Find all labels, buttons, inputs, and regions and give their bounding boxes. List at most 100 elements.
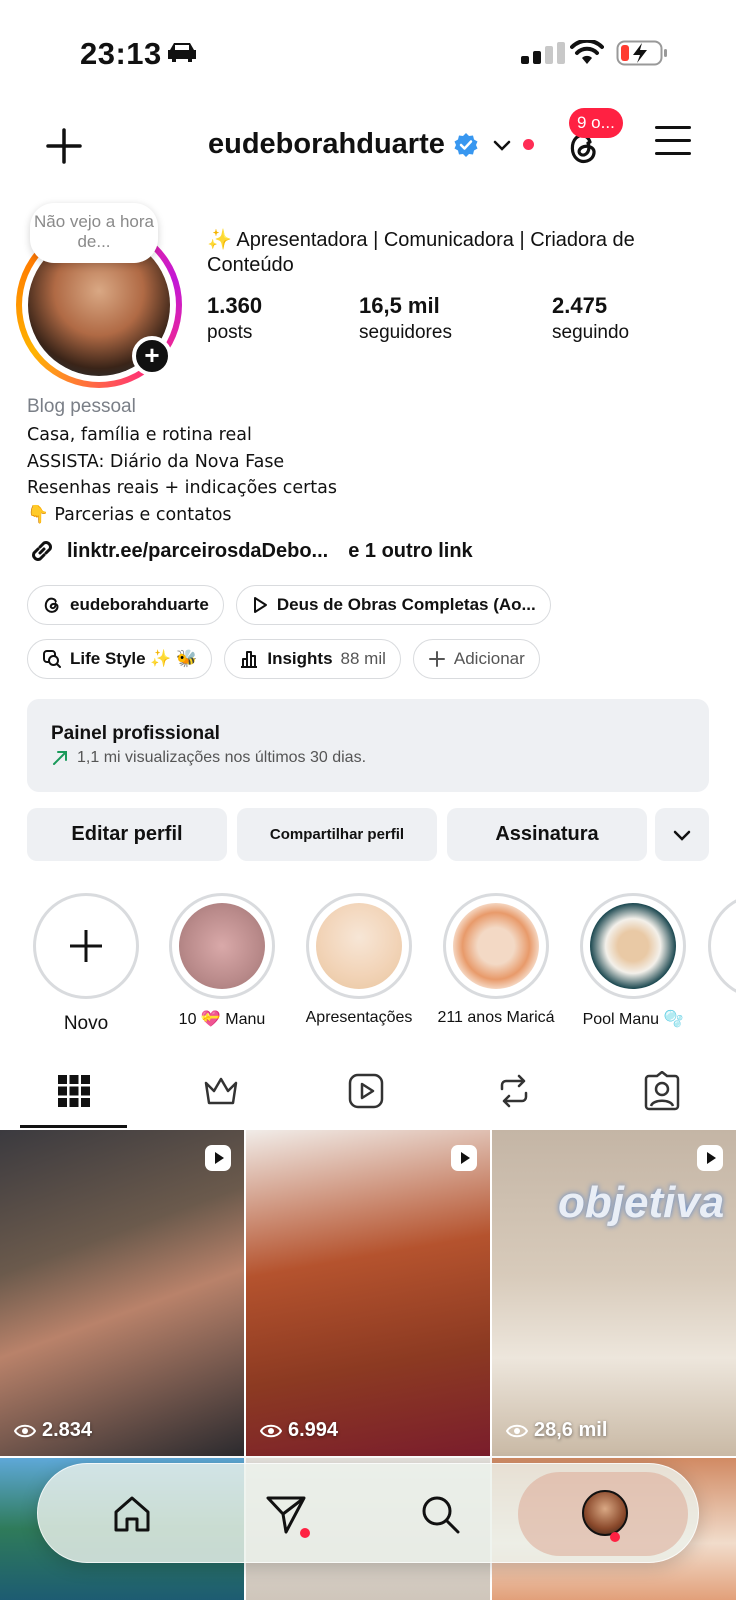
bio-line: Resenhas reais + indicações certas bbox=[27, 478, 338, 498]
threads-notification-badge[interactable]: 9 o... bbox=[569, 108, 623, 138]
story-highlights: Novo 10 💝 Manu Apresentações 211 anos Ma… bbox=[0, 893, 736, 1035]
highlight-cover bbox=[179, 903, 265, 989]
profile-tabs bbox=[0, 1053, 736, 1131]
note-bubble[interactable]: Não vejo a hora de... bbox=[30, 203, 158, 263]
post-views-count: 6.994 bbox=[288, 1419, 339, 1441]
subscription-button[interactable]: Assinatura bbox=[447, 808, 647, 861]
profile-stats: 1.360 posts 16,5 mil seguidores 2.475 se… bbox=[207, 293, 727, 353]
bio-line: 👇 Parcerias e contatos bbox=[27, 504, 232, 525]
profile-header: eudeborahduarte 9 o... bbox=[0, 100, 736, 190]
suggested-people-button[interactable] bbox=[655, 808, 709, 861]
chip-add[interactable]: Adicionar bbox=[412, 639, 540, 679]
post-views-count: 2.834 bbox=[42, 1419, 93, 1441]
grid-post[interactable]: 6.994 bbox=[246, 1130, 490, 1456]
tab-reels[interactable] bbox=[346, 1071, 386, 1111]
link-more-text: e 1 outro link bbox=[348, 539, 473, 562]
chip-label: Insights bbox=[267, 649, 333, 668]
bio-text: Casa, família e rotina real ASSISTA: Diá… bbox=[27, 422, 337, 528]
verified-badge-icon bbox=[454, 132, 478, 157]
status-bar: 23:13 bbox=[0, 0, 736, 100]
stat-following-value: 2.475 bbox=[552, 293, 608, 318]
stat-posts-value: 1.360 bbox=[207, 293, 263, 318]
highlight-cover bbox=[453, 903, 539, 989]
username-switcher[interactable]: eudeborahduarte bbox=[208, 128, 534, 161]
chip-playlist[interactable]: Deus de Obras Completas (Ao... bbox=[235, 585, 551, 625]
highlight-cover bbox=[316, 903, 402, 989]
chip-guide[interactable]: Life Style ✨ 🐝 bbox=[27, 639, 213, 679]
tab-grid[interactable] bbox=[54, 1071, 94, 1111]
plus-icon bbox=[428, 651, 445, 667]
notification-dot bbox=[522, 139, 534, 150]
post-views: 2.834 bbox=[14, 1419, 92, 1442]
stat-posts[interactable]: 1.360 posts bbox=[207, 293, 262, 344]
pro-panel-title: Painel profissional bbox=[51, 723, 220, 744]
tab-tagged[interactable] bbox=[642, 1071, 682, 1111]
chip-label: Deus de Obras Completas (Ao... bbox=[276, 595, 536, 614]
messages-notification-dot bbox=[300, 1528, 310, 1538]
add-story-button[interactable]: + bbox=[132, 336, 172, 376]
chip-insights[interactable]: Insights 88 mil bbox=[224, 639, 401, 679]
eye-icon bbox=[14, 1424, 36, 1437]
chevron-down-icon bbox=[493, 140, 511, 151]
trend-up-icon bbox=[53, 751, 67, 765]
post-views: 6.994 bbox=[260, 1419, 338, 1442]
grid-post[interactable]: objetiva 28,6 mil bbox=[492, 1130, 736, 1456]
edit-profile-button[interactable]: Editar perfil bbox=[27, 808, 227, 861]
highlight-item[interactable]: 211 anos Maricá bbox=[436, 893, 556, 1027]
search-icon[interactable] bbox=[418, 1492, 462, 1536]
post-views-count: 28,6 mil bbox=[534, 1419, 608, 1441]
create-plus-button[interactable] bbox=[40, 122, 88, 170]
highlight-label: 211 anos Maricá bbox=[437, 1009, 555, 1026]
play-icon bbox=[253, 597, 267, 613]
tab-reposts[interactable] bbox=[494, 1071, 534, 1111]
highlight-item[interactable]: Apresentações bbox=[299, 893, 419, 1027]
profile-category: Blog pessoal bbox=[27, 396, 136, 417]
plus-icon bbox=[70, 930, 102, 962]
battery-charging-icon bbox=[616, 40, 667, 66]
link-icon bbox=[32, 541, 52, 561]
search-icon bbox=[43, 650, 61, 668]
bottom-nav-bar bbox=[37, 1463, 699, 1563]
chips-row-1: eudeborahduarte Deus de Obras Completas … bbox=[27, 585, 727, 625]
chevron-down-icon bbox=[673, 830, 691, 841]
reel-icon bbox=[205, 1145, 231, 1171]
status-time: 23:13 bbox=[80, 36, 162, 71]
stat-posts-label: posts bbox=[207, 322, 253, 343]
chip-label: eudeborahduarte bbox=[70, 595, 209, 614]
eye-icon bbox=[260, 1424, 282, 1437]
bio-title: ✨ Apresentadora | Comunicadora | Criador… bbox=[207, 229, 635, 276]
home-icon[interactable] bbox=[110, 1492, 154, 1536]
stat-following[interactable]: 2.475 seguindo bbox=[552, 293, 629, 344]
threads-icon bbox=[44, 597, 59, 613]
highlight-label: Novo bbox=[63, 1013, 109, 1034]
eye-icon bbox=[506, 1424, 528, 1437]
bio-link[interactable]: linktr.ee/parceirosdaDebo... e 1 outro l… bbox=[27, 536, 473, 566]
car-icon bbox=[168, 43, 196, 62]
chip-threads[interactable]: eudeborahduarte bbox=[27, 585, 224, 625]
reel-icon bbox=[697, 1145, 723, 1171]
stat-followers-value: 16,5 mil bbox=[359, 293, 440, 318]
hamburger-menu-button[interactable] bbox=[655, 126, 691, 162]
profile-actions: Editar perfil Compartilhar perfil Assina… bbox=[27, 808, 709, 861]
highlight-item[interactable] bbox=[708, 893, 736, 999]
highlight-item[interactable]: Pool Manu 🫧 bbox=[573, 893, 693, 1029]
wifi-icon bbox=[570, 40, 604, 64]
stat-following-label: seguindo bbox=[552, 322, 630, 343]
share-profile-button[interactable]: Compartilhar perfil bbox=[237, 808, 437, 861]
pro-panel-subtitle: 1,1 mi visualizações nos últimos 30 dias… bbox=[77, 749, 367, 766]
chip-insights-value: 88 mil bbox=[340, 649, 386, 668]
nav-profile-avatar[interactable] bbox=[582, 1490, 628, 1536]
username-text: eudeborahduarte bbox=[208, 128, 445, 160]
tab-subscriptions[interactable] bbox=[201, 1071, 241, 1111]
chips-row-2: Life Style ✨ 🐝 Insights 88 mil Adicionar bbox=[27, 639, 727, 679]
grid-post[interactable]: 2.834 bbox=[0, 1130, 244, 1456]
highlight-item[interactable]: 10 💝 Manu bbox=[162, 893, 282, 1029]
highlight-new[interactable]: Novo bbox=[26, 893, 146, 1035]
highlight-label: Pool Manu 🫧 bbox=[582, 1011, 684, 1028]
post-views: 28,6 mil bbox=[506, 1419, 607, 1442]
stat-followers-label: seguidores bbox=[359, 322, 452, 343]
professional-dashboard[interactable]: Painel profissional 1,1 mi visualizações… bbox=[27, 699, 709, 792]
cellular-signal-icon bbox=[521, 42, 565, 64]
highlight-label: Apresentações bbox=[305, 1009, 413, 1026]
stat-followers[interactable]: 16,5 mil seguidores bbox=[359, 293, 452, 344]
